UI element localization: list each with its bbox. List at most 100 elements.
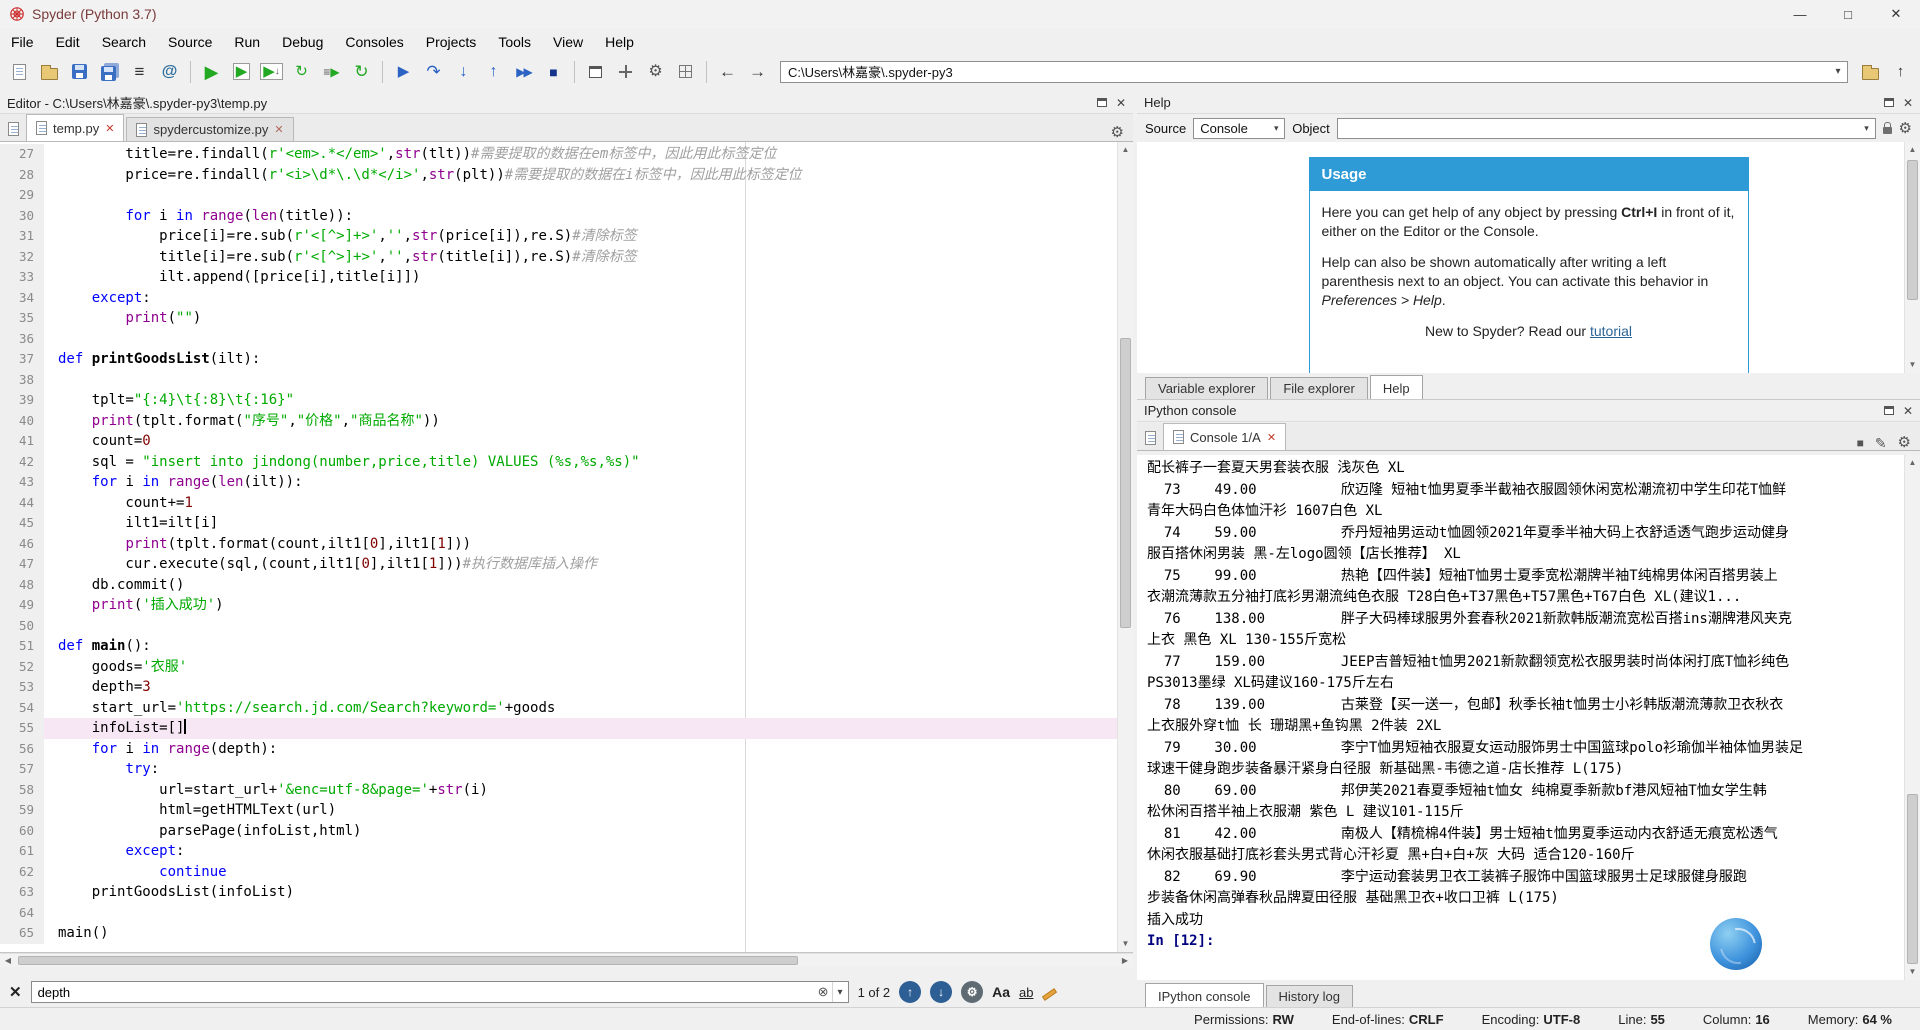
python-path-button[interactable] <box>671 58 700 86</box>
tab-file-explorer[interactable]: File explorer <box>1270 377 1368 399</box>
scroll-up-icon[interactable]: ▲ <box>1118 142 1133 158</box>
menu-item-file[interactable]: File <box>0 28 45 55</box>
new-file-button[interactable] <box>5 58 34 86</box>
save-all-button[interactable] <box>95 58 124 86</box>
close-tab-icon[interactable]: ✕ <box>105 122 114 135</box>
find-in-files-button[interactable]: @ <box>155 58 184 86</box>
parent-directory-button[interactable]: ↑ <box>1886 58 1915 86</box>
save-button[interactable] <box>65 58 94 86</box>
help-pane-header[interactable]: Help ✕ <box>1137 92 1920 114</box>
preferences-button[interactable]: ⚙ <box>641 58 670 86</box>
restart-kernel-button[interactable]: ↻ <box>347 58 376 86</box>
step-into-button[interactable]: ↓ <box>449 58 478 86</box>
console-pane-header[interactable]: IPython console ✕ <box>1137 400 1920 422</box>
scroll-right-icon[interactable]: ▶ <box>1117 954 1133 967</box>
run-cell-advance-button[interactable]: ▶ ↓ <box>257 58 286 86</box>
chevron-down-icon[interactable]: ▾ <box>1829 66 1847 77</box>
close-button[interactable]: ✕ <box>1872 0 1920 28</box>
menu-item-edit[interactable]: Edit <box>45 28 91 55</box>
search-input[interactable] <box>31 984 815 1000</box>
search-history-dropdown-icon[interactable]: ▾ <box>831 982 848 1002</box>
menu-item-search[interactable]: Search <box>91 28 157 55</box>
stop-debug-button[interactable]: ■ <box>539 58 568 86</box>
scroll-down-icon[interactable]: ▼ <box>1905 357 1920 373</box>
tab-temp-py[interactable]: temp.py ✕ <box>26 114 125 141</box>
help-scrollbar[interactable]: ▲ ▼ <box>1904 142 1920 373</box>
browse-tabs-button[interactable] <box>0 117 26 141</box>
close-tab-icon[interactable]: ✕ <box>1267 431 1276 444</box>
browse-tabs-button[interactable] <box>1137 426 1163 450</box>
step-over-button[interactable]: ↷ <box>419 58 448 86</box>
menu-item-view[interactable]: View <box>542 28 594 55</box>
continue-button[interactable]: ▶▶ <box>509 58 538 86</box>
minimize-button[interactable]: — <box>1776 0 1824 28</box>
scrollbar-thumb[interactable] <box>1907 160 1918 300</box>
menu-item-debug[interactable]: Debug <box>271 28 334 55</box>
menu-item-run[interactable]: Run <box>223 28 271 55</box>
scroll-up-icon[interactable]: ▲ <box>1905 455 1920 471</box>
tab-console-1a[interactable]: Console 1/A ✕ <box>1163 423 1287 450</box>
tab-help[interactable]: Help <box>1369 375 1423 399</box>
scrollbar-thumb[interactable] <box>1120 338 1131 628</box>
console-scrollbar[interactable]: ▲ ▼ <box>1904 455 1920 980</box>
run-cell-button[interactable]: ▶ <box>227 58 256 86</box>
editor-pane-header[interactable]: Editor - C:\Users\林嘉豪\.spyder-py3\temp.p… <box>0 92 1133 114</box>
help-options-icon[interactable]: ⚙ <box>1899 121 1912 136</box>
object-combobox[interactable]: ▾ <box>1336 117 1876 139</box>
close-pane-icon[interactable]: ✕ <box>1116 97 1126 109</box>
scroll-up-icon[interactable]: ▲ <box>1905 142 1920 158</box>
maximize-button[interactable]: □ <box>1824 0 1872 28</box>
editor-vertical-scrollbar[interactable]: ▲ ▼ <box>1117 142 1133 952</box>
run-selection-button[interactable]: ≡ ▶ <box>317 58 346 86</box>
undock-icon[interactable] <box>1883 98 1894 107</box>
whole-words-button[interactable]: ab <box>1019 985 1033 1000</box>
find-previous-button[interactable]: ↑ <box>899 981 922 1003</box>
scroll-down-icon[interactable]: ▼ <box>1118 936 1133 952</box>
print-button[interactable]: ≡ <box>125 58 154 86</box>
scrollbar-thumb[interactable] <box>18 956 798 965</box>
editor-options-icon[interactable]: ⚙ <box>1111 123 1124 141</box>
scroll-left-icon[interactable]: ◀ <box>0 954 16 967</box>
scroll-down-icon[interactable]: ▼ <box>1905 964 1920 980</box>
interrupt-kernel-icon[interactable]: ■ <box>1857 437 1864 449</box>
tutorial-link[interactable]: tutorial <box>1590 323 1632 339</box>
highlight-matches-button[interactable] <box>1042 987 1058 1001</box>
back-button[interactable]: ← <box>713 58 742 86</box>
close-pane-icon[interactable]: ✕ <box>1903 97 1913 109</box>
find-next-button[interactable]: ↓ <box>930 981 953 1003</box>
tab-ipython-console[interactable]: IPython console <box>1145 983 1264 1007</box>
inspect-icon[interactable]: ✎ <box>1875 436 1887 450</box>
fullscreen-button[interactable] <box>611 58 640 86</box>
close-tab-icon[interactable]: ✕ <box>274 123 283 136</box>
menu-item-projects[interactable]: Projects <box>415 28 488 55</box>
undock-icon[interactable] <box>1096 98 1107 107</box>
menu-item-consoles[interactable]: Consoles <box>334 28 414 55</box>
tab-history-log[interactable]: History log <box>1265 985 1353 1007</box>
scrollbar-thumb[interactable] <box>1907 794 1918 964</box>
search-field[interactable]: ⊗ ▾ <box>30 981 849 1003</box>
menu-item-source[interactable]: Source <box>157 28 223 55</box>
source-select[interactable]: Console ▾ <box>1193 117 1286 139</box>
step-return-button[interactable]: ↑ <box>479 58 508 86</box>
debug-button[interactable]: ▶ <box>389 58 418 86</box>
menu-item-tools[interactable]: Tools <box>487 28 542 55</box>
clear-search-icon[interactable]: ⊗ <box>815 984 832 1000</box>
browse-working-directory-button[interactable] <box>1856 58 1885 86</box>
code-editor[interactable]: 27 title=re.findall(r'<em>.*</em>',str(t… <box>0 142 1133 953</box>
working-directory-combobox[interactable]: C:\Users\林嘉豪\.spyder-py3 ▾ <box>780 60 1848 83</box>
search-options-button[interactable]: ⚙ <box>961 981 984 1003</box>
open-file-button[interactable] <box>35 58 64 86</box>
tab-variable-explorer[interactable]: Variable explorer <box>1145 377 1269 399</box>
match-case-button[interactable]: Aa <box>992 984 1010 1000</box>
console-options-icon[interactable]: ⚙ <box>1898 435 1911 450</box>
rerun-cell-button[interactable]: ↻ <box>287 58 316 86</box>
run-button[interactable]: ▶ <box>197 58 226 86</box>
tab-spydercustomize-py[interactable]: spydercustomize.py ✕ <box>126 117 294 141</box>
editor-horizontal-scrollbar[interactable]: ◀ ▶ <box>0 953 1133 967</box>
close-find-icon[interactable]: ✕ <box>9 983 22 1001</box>
forward-button[interactable]: → <box>743 58 772 86</box>
maximize-pane-button[interactable] <box>581 58 610 86</box>
console-output[interactable]: 配长裤子一套夏天男套装衣服 浅灰色 XL 73 49.00 欣迈隆 短袖t恤男夏… <box>1137 455 1920 980</box>
menu-item-help[interactable]: Help <box>594 28 645 55</box>
undock-icon[interactable] <box>1883 406 1894 415</box>
